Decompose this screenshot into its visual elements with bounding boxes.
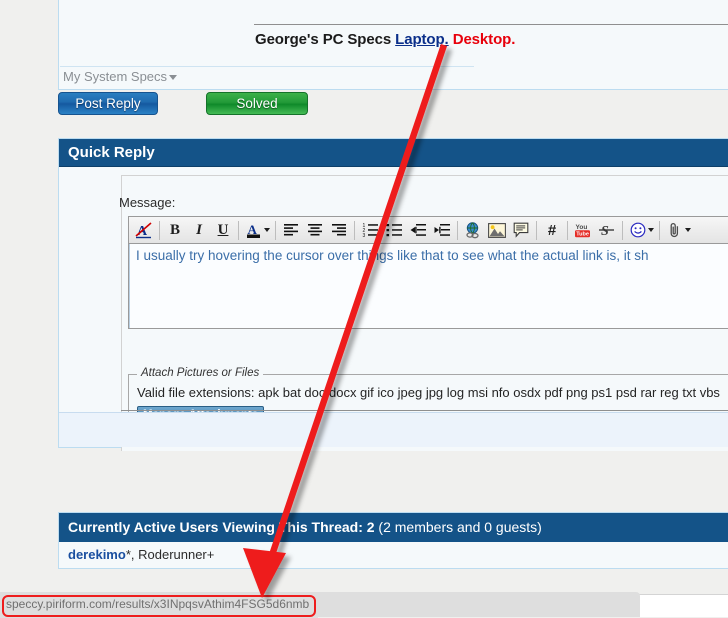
insert-image-icon[interactable] [485, 219, 509, 242]
ordered-list-icon[interactable]: 123 [358, 219, 382, 242]
toolbar-separator [159, 220, 160, 240]
signature-line: George's PC Specs Laptop. Desktop. [255, 31, 515, 48]
insert-link-icon[interactable] [461, 219, 485, 242]
valid-extensions-text: Valid file extensions: apk bat doc docx … [137, 385, 720, 400]
attachments-legend: Attach Pictures or Files [137, 367, 264, 379]
unordered-list-icon[interactable] [382, 219, 406, 242]
quick-reply-title: Quick Reply [59, 139, 728, 167]
chevron-down-icon [169, 74, 178, 80]
toolbar-separator [622, 220, 623, 240]
signature-prefix: George's PC Specs [255, 31, 396, 48]
active-users-panel: Currently Active Users Viewing This Thre… [58, 512, 728, 569]
outdent-icon[interactable] [406, 219, 430, 242]
quick-reply-body: Message: A B I [59, 167, 728, 451]
active-user-link-1[interactable]: derekimo [68, 547, 126, 562]
attachment-icon[interactable] [663, 219, 687, 242]
active-user-1-suffix: *, [125, 547, 135, 562]
signature-divider [254, 24, 728, 25]
indent-icon[interactable] [430, 219, 454, 242]
align-right-icon[interactable] [327, 219, 351, 242]
toolbar-separator [659, 220, 660, 240]
message-textarea[interactable]: I usually try hovering the cursor over t… [129, 244, 728, 328]
page-root: George's PC Specs Laptop. Desktop. My Sy… [0, 0, 728, 618]
active-users-header: Currently Active Users Viewing This Thre… [59, 513, 728, 542]
quick-reply-footer [59, 412, 728, 447]
solved-button[interactable]: Solved [206, 92, 308, 115]
editor-toolbar: A B I U [129, 217, 728, 244]
insert-code-icon[interactable]: # [540, 219, 564, 242]
svg-text:3: 3 [362, 233, 365, 237]
quick-reply-panel: Quick Reply Message: A B [58, 138, 728, 451]
status-url-tooltip: speccy.piriform.com/results/x3INpqsvAthi… [0, 592, 319, 618]
my-system-specs-bar[interactable]: My System Specs [60, 66, 474, 88]
my-system-specs-toggle[interactable]: My System Specs [63, 69, 178, 84]
insert-quote-icon[interactable] [509, 219, 533, 242]
active-users-count-label: Currently Active Users Viewing This Thre… [68, 519, 375, 535]
signature-desktop-text: Desktop. [448, 31, 516, 48]
svg-text:Tube: Tube [576, 231, 589, 237]
active-users-breakdown: (2 members and 0 guests) [374, 519, 542, 535]
youtube-icon[interactable]: You Tube [571, 219, 595, 242]
strikethrough-icon[interactable]: S [595, 219, 619, 242]
italic-icon[interactable]: I [187, 219, 211, 242]
remove-formatting-icon[interactable]: A [132, 219, 156, 242]
signature-laptop-link[interactable]: Laptop. [395, 31, 449, 48]
underline-icon[interactable]: U [211, 219, 235, 242]
toolbar-separator [536, 220, 537, 240]
post-reply-button[interactable]: Post Reply [58, 92, 158, 115]
toolbar-separator [457, 220, 458, 240]
status-url-text: speccy.piriform.com/results/x3INpqsvAthi… [6, 597, 310, 611]
svg-text:S: S [601, 224, 609, 238]
active-users-list: derekimo*, Roderunner+ [59, 542, 728, 568]
post-panel: George's PC Specs Laptop. Desktop. My Sy… [58, 0, 728, 90]
toolbar-separator [567, 220, 568, 240]
smilie-icon[interactable] [626, 219, 650, 242]
browser-status-bar: speccy.piriform.com/results/x3INpqsvAthi… [0, 592, 728, 618]
font-color-icon[interactable]: A [242, 219, 266, 242]
svg-text:You: You [576, 224, 588, 231]
toolbar-separator [275, 220, 276, 240]
bold-icon[interactable]: B [163, 219, 187, 242]
message-label: Message: [119, 195, 176, 210]
quick-reply-divider [121, 410, 728, 411]
active-user-2: Roderunner+ [138, 547, 215, 562]
toolbar-separator [354, 220, 355, 240]
align-left-icon[interactable] [279, 219, 303, 242]
toolbar-separator [238, 220, 239, 240]
align-center-icon[interactable] [303, 219, 327, 242]
my-system-specs-label: My System Specs [63, 69, 168, 84]
message-editor: A B I U [128, 216, 728, 329]
